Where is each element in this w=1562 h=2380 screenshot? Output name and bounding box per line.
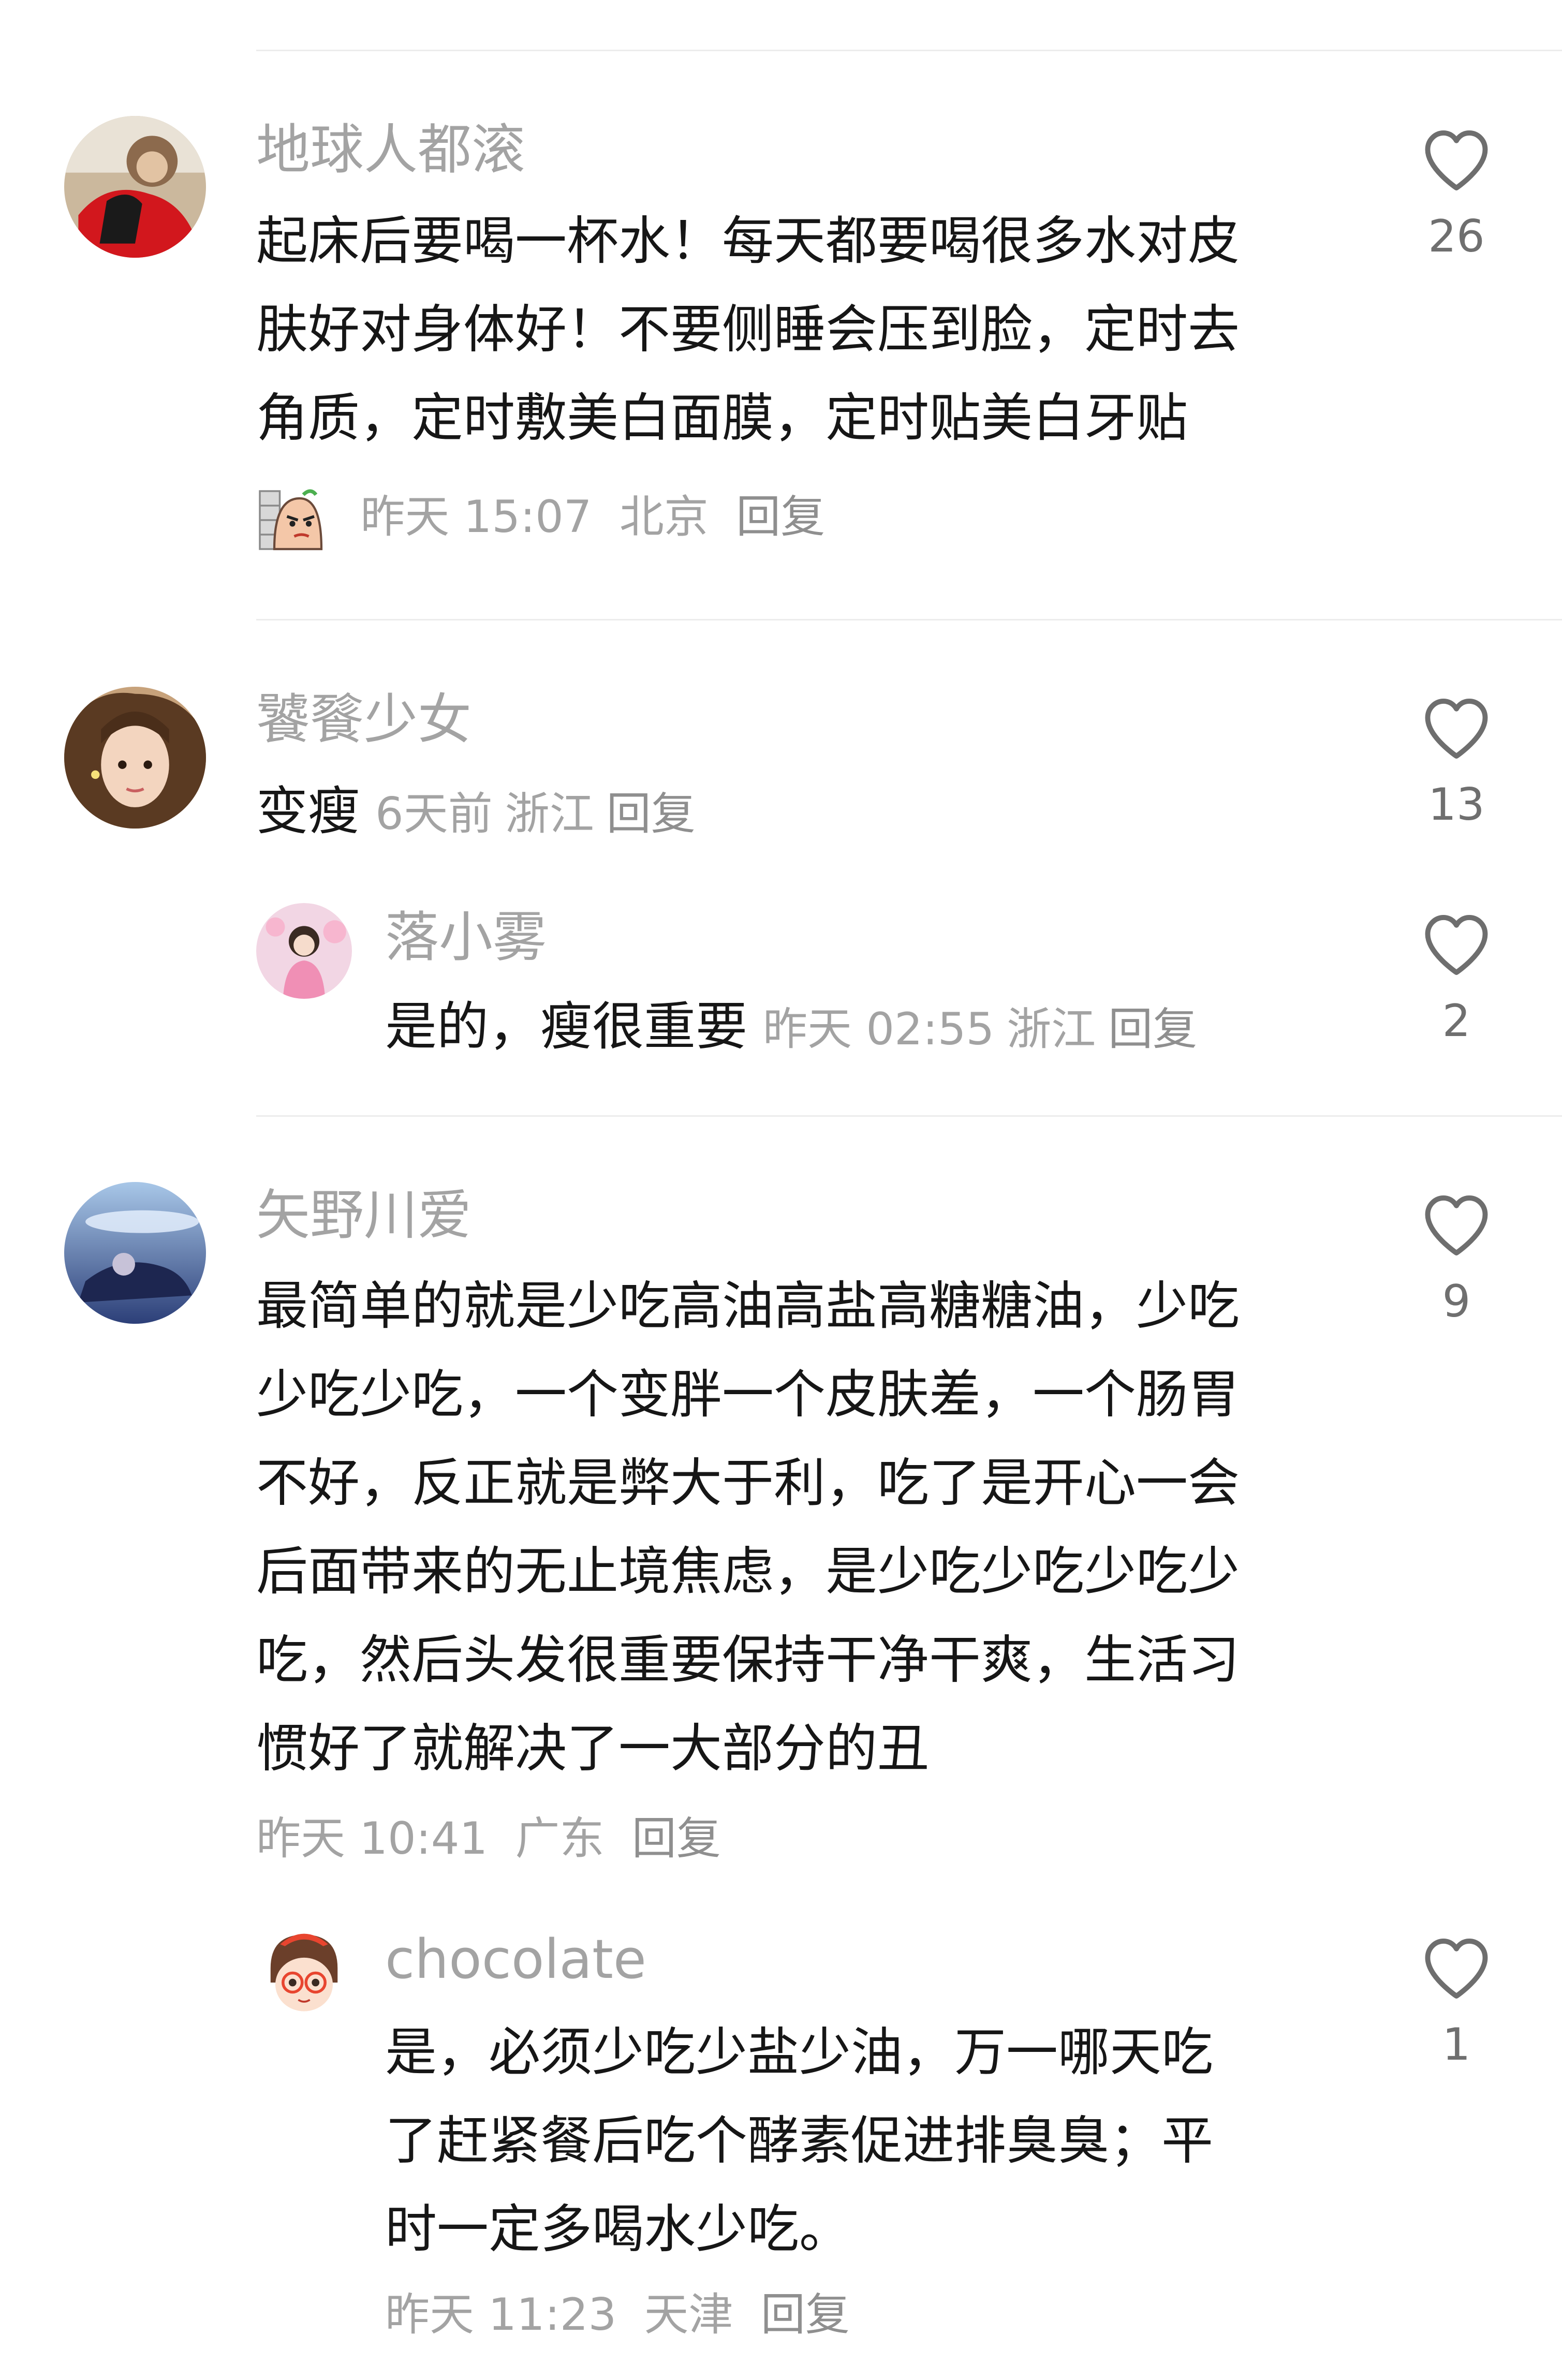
comment-line: 起床后要喝一杯水！每天都要喝很多水对皮 (256, 211, 1240, 271)
comment-meta: 昨天 15:07 北京 回复 (256, 484, 838, 556)
avatar[interactable] (64, 1182, 206, 1324)
comment-line: 角质，定时敷美白面膜，定时贴美白牙贴 (256, 388, 1188, 448)
comment-divider (256, 1115, 1562, 1117)
like-button[interactable]: 9 (1415, 1187, 1498, 1324)
reply-button[interactable]: 回复 (736, 491, 825, 543)
comment-line: 变瘦 (256, 781, 360, 841)
comment-line: 肤好对身体好！不要侧睡会压到脸，定时去 (256, 299, 1240, 360)
heart-outline-icon (1418, 907, 1495, 983)
comment-author[interactable]: 地球人都滚 (256, 123, 525, 176)
like-count: 26 (1428, 211, 1485, 262)
reply-author[interactable]: 落小雾 (385, 910, 547, 964)
reply-line: 是的，瘦很重要 (385, 996, 747, 1057)
comment-line: 后面带来的无止境焦虑，是少吃少吃少吃少 (256, 1541, 1240, 1602)
like-count: 2 (1442, 995, 1471, 1047)
like-button[interactable]: 1 (1415, 1930, 1498, 2067)
reply-line: 时一定多喝水少吃。 (385, 2199, 851, 2259)
comment-author[interactable]: 饕餮少女 (256, 692, 471, 746)
reply-text: 是，必须少吃少盐少油，万一哪天吃 了赶紧餐后吃个酵素促进排臭臭；平 时一定多喝水… (385, 2008, 1368, 2273)
reply-meta: 昨天 02:55 浙江 回复 (763, 1003, 1210, 1055)
avatar[interactable] (256, 1925, 352, 2021)
like-count: 13 (1428, 779, 1485, 831)
reply-button[interactable]: 回复 (607, 788, 696, 840)
comment-meta: 昨天 10:41 广东 回复 (256, 1816, 734, 1861)
comment-location: 浙江 (505, 788, 594, 840)
comment-divider (256, 619, 1562, 620)
avatar[interactable] (64, 687, 206, 829)
avatar[interactable] (64, 116, 206, 258)
comment-time: 6天前 (375, 788, 493, 840)
reply-location: 天津 (644, 2289, 733, 2341)
heart-outline-icon (1418, 122, 1495, 199)
comment-meta: 6天前 浙江 回复 (375, 788, 708, 840)
reply-button[interactable]: 回复 (1108, 1003, 1197, 1055)
reply-button[interactable]: 回复 (761, 2289, 850, 2341)
avatar[interactable] (256, 903, 352, 999)
heart-outline-icon (1418, 690, 1495, 767)
comment-line: 不好，反正就是弊大于利，吃了是开心一会 (256, 1453, 1240, 1513)
top-divider (256, 50, 1562, 51)
comment-text: 变瘦 6天前 浙江 回复 (256, 767, 1379, 859)
reply-time: 昨天 11:23 (385, 2289, 617, 2341)
comment-text: 起床后要喝一杯水！每天都要喝很多水对皮 肤好对身体好！不要侧睡会压到脸，定时去 … (256, 197, 1379, 462)
comment-line: 少吃少吃，一个变胖一个皮肤差，一个肠胃 (256, 1364, 1240, 1425)
reply-line: 是，必须少吃少盐少油，万一哪天吃 (385, 2022, 1213, 2082)
comment-line: 最简单的就是少吃高油高盐高糖糖油，少吃 (256, 1276, 1240, 1336)
comment-time: 昨天 10:41 (256, 1813, 488, 1865)
comment-time: 昨天 15:07 (360, 491, 592, 543)
comment-line: 惯好了就解决了一大部分的丑 (256, 1718, 929, 1779)
sticker-image (256, 484, 329, 556)
heart-outline-icon (1418, 1930, 1495, 2007)
like-button[interactable]: 13 (1415, 690, 1498, 827)
comment-location: 北京 (619, 491, 709, 543)
comment-line: 吃，然后头发很重要保持干净干爽，生活习 (256, 1630, 1240, 1690)
like-button[interactable]: 2 (1415, 907, 1498, 1043)
comment-location: 广东 (515, 1813, 605, 1865)
reply-meta: 昨天 11:23 天津 回复 (385, 2293, 863, 2337)
like-count: 1 (1442, 2019, 1471, 2071)
reply-text: 是的，瘦很重要 昨天 02:55 浙江 回复 (385, 982, 1368, 1074)
reply-author[interactable]: chocolate (385, 1932, 646, 1986)
comment-author[interactable]: 矢野川爱 (256, 1188, 471, 1242)
like-button[interactable]: 26 (1415, 122, 1498, 259)
reply-line: 了赶紧餐后吃个酵素促进排臭臭；平 (385, 2110, 1213, 2171)
heart-outline-icon (1418, 1187, 1495, 1264)
reply-button[interactable]: 回复 (632, 1813, 721, 1865)
reply-location: 浙江 (1007, 1003, 1096, 1055)
reply-time: 昨天 02:55 (763, 1003, 995, 1055)
like-count: 9 (1442, 1276, 1471, 1327)
comment-text: 最简单的就是少吃高油高盐高糖糖油，少吃 少吃少吃，一个变胖一个皮肤差，一个肠胃 … (256, 1262, 1379, 1793)
